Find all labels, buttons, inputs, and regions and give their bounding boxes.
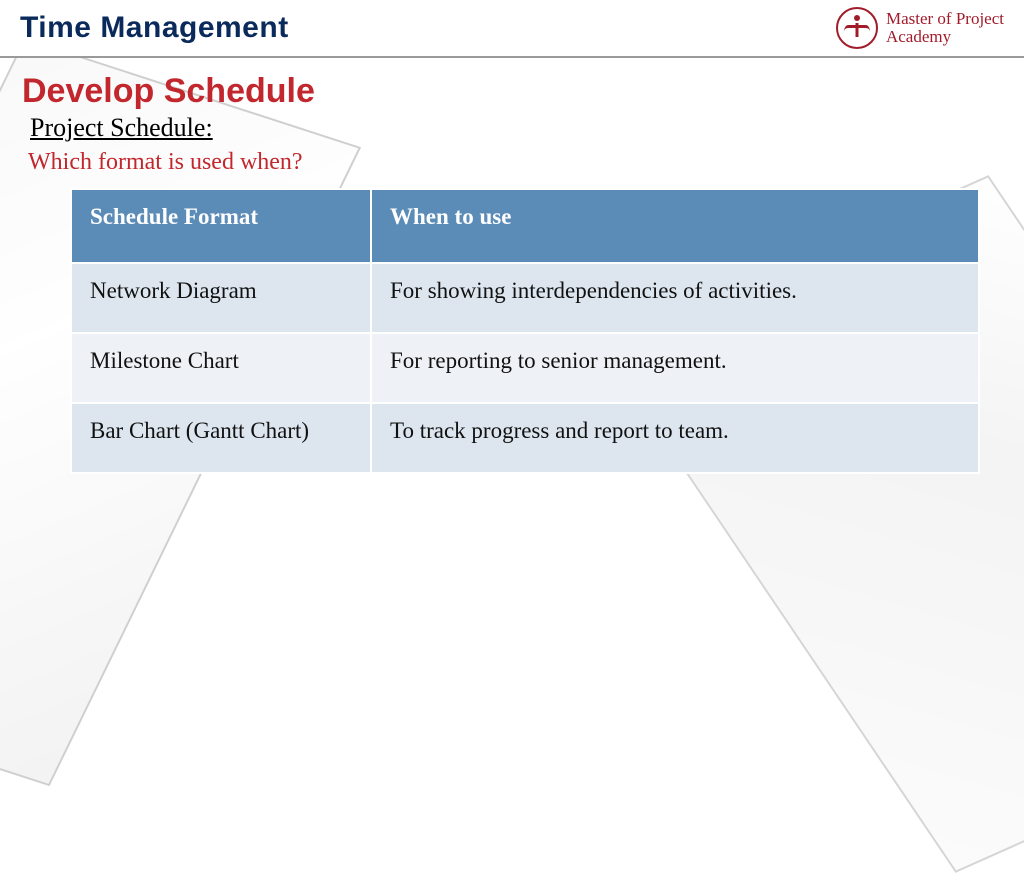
table-row: Bar Chart (Gantt Chart) To track progres… xyxy=(71,403,979,473)
col-header-format: Schedule Format xyxy=(71,189,371,263)
col-header-when: When to use xyxy=(371,189,979,263)
brand-text: Master of Project Academy xyxy=(886,10,1004,46)
schedule-format-table: Schedule Format When to use Network Diag… xyxy=(70,188,980,474)
brand-logo-icon xyxy=(836,7,878,49)
brand-line2: Academy xyxy=(886,28,1004,46)
cell-when: To track progress and report to team. xyxy=(371,403,979,473)
table-header-row: Schedule Format When to use xyxy=(71,189,979,263)
brand: Master of Project Academy xyxy=(836,7,1004,49)
cell-format: Network Diagram xyxy=(71,263,371,333)
cell-format: Bar Chart (Gantt Chart) xyxy=(71,403,371,473)
cell-when: For showing interdependencies of activit… xyxy=(371,263,979,333)
question-text: Which format is used when? xyxy=(28,149,1002,176)
cell-when: For reporting to senior management. xyxy=(371,333,979,403)
page-title: Time Management xyxy=(20,11,289,45)
table-row: Network Diagram For showing interdepende… xyxy=(71,263,979,333)
content-area: Develop Schedule Project Schedule: Which… xyxy=(0,58,1024,474)
cell-format: Milestone Chart xyxy=(71,333,371,403)
header-bar: Time Management Master of Project Academ… xyxy=(0,0,1024,58)
brand-line1: Master of Project xyxy=(886,10,1004,28)
sub-heading: Project Schedule: xyxy=(30,113,1002,143)
section-heading: Develop Schedule xyxy=(22,72,1002,111)
table-row: Milestone Chart For reporting to senior … xyxy=(71,333,979,403)
